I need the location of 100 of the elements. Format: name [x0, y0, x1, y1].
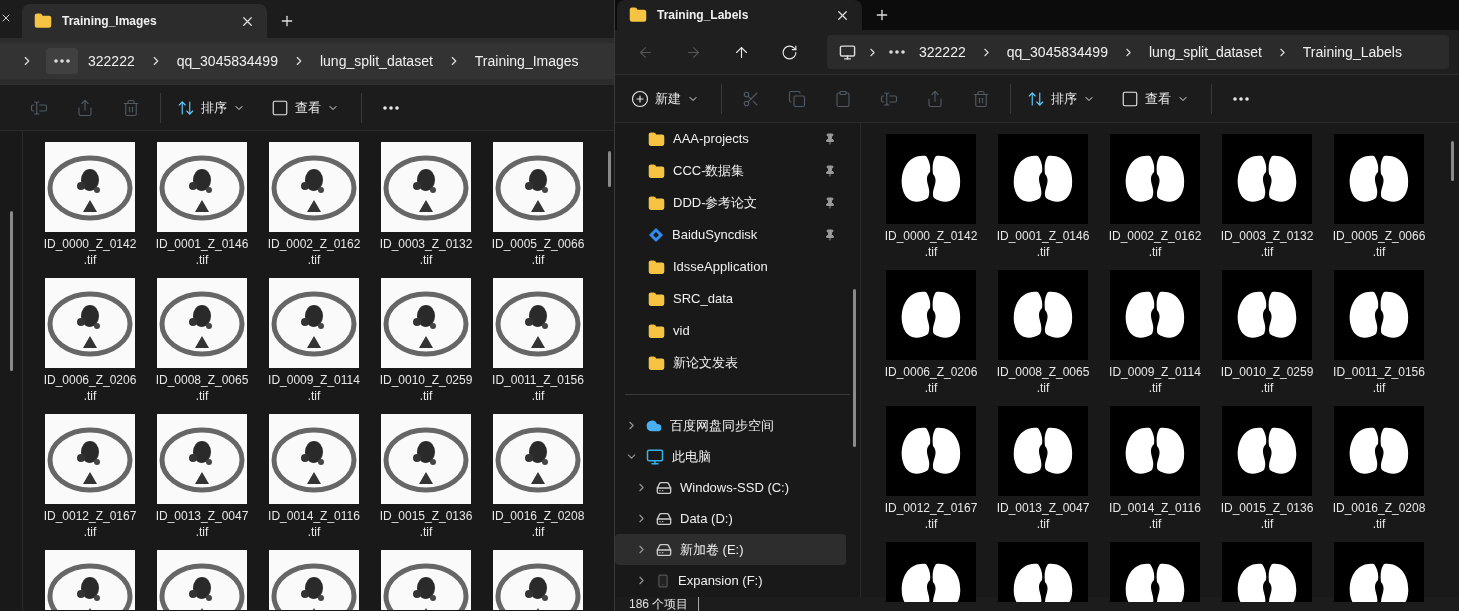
- folder-icon: [648, 162, 665, 180]
- more-path-button[interactable]: [46, 48, 78, 74]
- file-name: .tif: [307, 252, 321, 268]
- file-name: ID_0012_Z_0167: [884, 500, 978, 516]
- file-name: ID_0014_Z_0116: [1109, 500, 1201, 516]
- file-name: ID_0000_Z_0142: [884, 228, 978, 244]
- nav-tree-item[interactable]: 新加卷 (E:): [615, 534, 846, 565]
- scrollbar-thumb[interactable]: [9, 211, 13, 371]
- pin-icon: [824, 229, 836, 241]
- file-name: ID_0013_Z_0047: [996, 500, 1090, 516]
- breadcrumb[interactable]: qq_3045834499: [176, 50, 278, 72]
- file-name: ID_0011_Z_0156: [1333, 364, 1425, 380]
- external-drive-icon: [656, 572, 670, 589]
- scrollbar-thumb[interactable]: [853, 289, 856, 447]
- breadcrumb[interactable]: 322222: [919, 41, 966, 63]
- file-name: .tif: [1148, 380, 1162, 396]
- nav-tree-item[interactable]: Windows-SSD (C:): [615, 472, 846, 503]
- scrollbar-thumb[interactable]: [608, 151, 611, 187]
- file-name: .tif: [1148, 516, 1162, 532]
- drive-icon: [656, 510, 672, 527]
- computer-icon: [839, 43, 856, 61]
- quick-access-item[interactable]: BaiduSyncdisk: [615, 219, 850, 251]
- file-name: ID_0013_Z_0047: [155, 508, 249, 524]
- file-name: ID_0016_Z_0208: [491, 508, 585, 524]
- file-name: .tif: [1372, 244, 1386, 260]
- view-button[interactable]: 查看: [1111, 81, 1199, 116]
- folder-icon: [648, 354, 665, 372]
- folder-icon: [34, 12, 52, 30]
- file-name: ID_0008_Z_0065: [996, 364, 1090, 380]
- file-name: .tif: [1372, 380, 1386, 396]
- file-name: .tif: [1148, 244, 1162, 260]
- file-name: ID_0012_Z_0167: [43, 508, 137, 524]
- sort-button[interactable]: 排序: [167, 90, 255, 125]
- scrollbar-thumb[interactable]: [1451, 141, 1454, 181]
- tab[interactable]: Training_Images: [22, 4, 267, 38]
- breadcrumb[interactable]: 322222: [88, 50, 135, 72]
- file-name: .tif: [83, 524, 97, 540]
- file-name: .tif: [307, 524, 321, 540]
- breadcrumb[interactable]: Training_Labels: [1302, 41, 1402, 63]
- tab[interactable]: Training_Labels: [617, 0, 862, 30]
- file-name: .tif: [531, 388, 545, 404]
- item-count: 186 个项目: [629, 597, 700, 611]
- file-name: ID_0010_Z_0259: [1220, 364, 1314, 380]
- quick-access-item[interactable]: IdsseApplication: [615, 251, 850, 283]
- file-name: ID_0014_Z_0116: [268, 508, 360, 524]
- quick-access-item[interactable]: CCC-数据集: [615, 155, 850, 187]
- breadcrumb[interactable]: lung_split_dataset: [1148, 41, 1262, 63]
- breadcrumb[interactable]: Training_Images: [474, 50, 579, 72]
- file-name: ID_0008_Z_0065: [155, 372, 249, 388]
- nav-tree-item[interactable]: Expansion (F:): [615, 565, 846, 596]
- file-name: .tif: [1260, 516, 1274, 532]
- file-name: .tif: [419, 388, 433, 404]
- file-name: .tif: [1036, 380, 1050, 396]
- folder-icon: [648, 290, 665, 308]
- file-name: ID_0003_Z_0132: [1220, 228, 1314, 244]
- file-name: .tif: [195, 252, 209, 268]
- quick-access-item[interactable]: 新论文发表: [615, 347, 850, 379]
- file-name: .tif: [924, 516, 938, 532]
- plus-icon: [874, 7, 890, 23]
- file-name: .tif: [195, 388, 209, 404]
- file-name: ID_0015_Z_0136: [379, 508, 473, 524]
- file-name: ID_0005_Z_0066: [1332, 228, 1426, 244]
- breadcrumb[interactable]: qq_3045834499: [1006, 41, 1108, 63]
- file-name: ID_0001_Z_0146: [996, 228, 1090, 244]
- ellipsis-icon: [889, 50, 905, 54]
- folder-icon: [629, 6, 647, 24]
- plus-icon: [279, 13, 295, 29]
- file-name: ID_0001_Z_0146: [155, 236, 249, 252]
- folder-icon: [648, 130, 665, 148]
- quick-access-item[interactable]: AAA-projects: [615, 123, 850, 155]
- file-name: ID_0003_Z_0132: [379, 236, 473, 252]
- file-name: ID_0009_Z_0114: [268, 372, 360, 388]
- nav-tree-item[interactable]: Data (D:): [615, 503, 846, 534]
- ellipsis-icon: [54, 59, 70, 63]
- breadcrumb[interactable]: lung_split_dataset: [319, 50, 433, 72]
- file-name: .tif: [195, 524, 209, 540]
- quick-access-item[interactable]: DDD-参考论文: [615, 187, 850, 219]
- file-name: .tif: [531, 524, 545, 540]
- address-bar[interactable]: 322222 qq_3045834499 lung_split_dataset Training_Labels: [827, 35, 1449, 69]
- pin-icon: [824, 165, 836, 177]
- file-name: ID_0015_Z_0136: [1220, 500, 1314, 516]
- file-name: .tif: [83, 388, 97, 404]
- file-name: .tif: [1260, 244, 1274, 260]
- sort-button[interactable]: 排序: [1017, 81, 1105, 116]
- folder-icon: [648, 194, 665, 212]
- file-name: .tif: [83, 252, 97, 268]
- nav-tree-item[interactable]: 百度网盘同步空间: [615, 410, 846, 441]
- sync-app-icon: [648, 227, 664, 243]
- pin-icon: [824, 133, 836, 145]
- new-button[interactable]: 新建: [621, 81, 709, 116]
- file-name: .tif: [419, 252, 433, 268]
- quick-access-item[interactable]: SRC_data: [615, 283, 850, 315]
- drive-icon: [656, 479, 672, 496]
- quick-access-item[interactable]: vid: [615, 315, 850, 347]
- view-button[interactable]: 查看: [261, 90, 349, 125]
- file-name: ID_0010_Z_0259: [379, 372, 473, 388]
- nav-tree-item[interactable]: 此电脑: [615, 441, 846, 472]
- file-name: ID_0006_Z_0206: [43, 372, 137, 388]
- file-name: .tif: [531, 252, 545, 268]
- file-name: ID_0005_Z_0066: [491, 236, 585, 252]
